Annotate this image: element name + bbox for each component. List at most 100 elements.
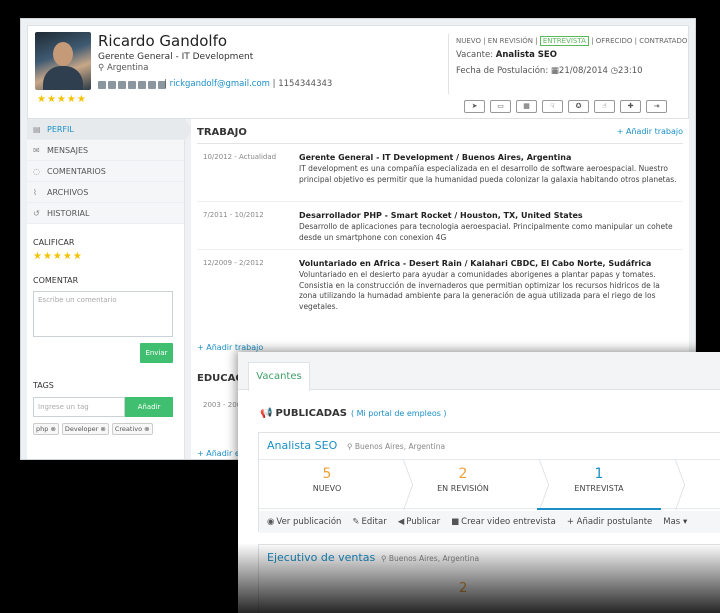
job-portal-link[interactable]: ( Mi portal de empleos ) — [351, 409, 447, 418]
add-work-link[interactable]: + Añadir trabajo — [617, 127, 683, 136]
map-pin-icon: ⚲ — [381, 554, 387, 563]
create-video-interview-link[interactable]: ■ Crear video entrevista — [451, 517, 556, 527]
calendar-icon: ▦ — [550, 66, 559, 76]
megaphone-icon: 📢 — [260, 408, 273, 419]
stage-label: ENTREVISTA — [574, 484, 624, 493]
social-links — [98, 81, 166, 89]
add-education-link[interactable]: + Añadir e — [197, 449, 240, 458]
stage-label: EN REVISIÓN — [437, 484, 489, 493]
education-section-title: EDUCAC — [197, 373, 243, 384]
comment-icon: ◌ — [33, 167, 40, 176]
send-comment-button[interactable]: Enviar — [140, 343, 173, 363]
stage-count: 1 — [594, 466, 604, 482]
vacancy-location: ⚲ Buenos Aires, Argentina — [347, 442, 446, 451]
sidebar-item-mensajes[interactable]: ✉ MENSAJES — [27, 140, 184, 161]
application-date-line: Fecha de Postulación: ▦21/08/2014 ◷23:10 — [456, 66, 643, 76]
sidebar-item-historial[interactable]: ↺ HISTORIAL — [27, 203, 184, 224]
vacancy-location: ⚲ Buenos Aires, Argentina — [381, 554, 480, 563]
tab-vacantes[interactable]: Vacantes — [248, 362, 310, 391]
tag-input[interactable]: Ingrese un tag — [33, 397, 125, 417]
clock-icon: ◷ — [610, 66, 619, 76]
work-dates: 10/2012 - Actualidad — [203, 153, 277, 161]
tag-chip[interactable]: php ⊗ — [33, 423, 59, 435]
avatar — [35, 32, 91, 90]
stage-separator — [667, 460, 668, 510]
calendar-icon[interactable]: ▦ — [516, 100, 537, 113]
candidate-role: Gerente General - IT Development — [98, 52, 254, 62]
video-icon: ■ — [451, 517, 460, 527]
paperclip-icon: ⌇ — [33, 188, 37, 197]
tag-list: php ⊗ Developer ⊗ Creativo ⊗ — [33, 423, 153, 435]
sidebar-item-archivos[interactable]: ⌇ ARCHIVOS — [27, 182, 184, 203]
stage-indicator: NUEVO | EN REVISIÓN | ENTREVISTA | OFREC… — [456, 36, 688, 46]
candidate-location: ⚲ Argentina — [98, 63, 149, 73]
view-posting-link[interactable]: ◉ Ver publicación — [267, 517, 341, 527]
rate-label: CALIFICAR — [33, 238, 75, 247]
medal-icon[interactable]: ✪ — [568, 100, 589, 113]
vacancies-tabbar: Vacantes — [238, 352, 720, 391]
section-divider — [197, 143, 683, 144]
email-link[interactable]: rickgandolf@gmail.com — [170, 79, 270, 89]
rate-stars[interactable]: ★★★★★ — [33, 251, 184, 262]
work-description: Voluntariado en el desierto para ayudar … — [299, 270, 660, 311]
stage-en-revision[interactable]: 2 EN REVISIÓN — [395, 460, 531, 510]
eye-icon: ◉ — [267, 517, 275, 527]
edit-link[interactable]: ✎ Editar — [352, 517, 386, 527]
paper-plane-icon[interactable]: ➤ — [464, 100, 485, 113]
work-title: Gerente General - IT Development / Bueno… — [299, 153, 572, 162]
more-dropdown[interactable]: Mas ▾ — [663, 517, 687, 527]
add-tag-button[interactable]: Añadir — [125, 397, 173, 417]
add-applicant-link[interactable]: + Añadir postulante — [567, 517, 652, 527]
megaphone-icon: ◀ — [397, 517, 405, 527]
stage-count: 5 — [322, 466, 332, 482]
stage-label: NUEVO — [312, 484, 342, 493]
vacancy-title[interactable]: Ejecutivo de ventas — [267, 551, 375, 564]
stage-active[interactable]: ENTREVISTA — [539, 36, 589, 46]
comment-input[interactable]: Escribe un comentario — [33, 291, 173, 337]
header-divider — [448, 34, 449, 94]
sidebar-item-comentarios[interactable]: ◌ COMENTARIOS — [27, 161, 184, 182]
work-title: Voluntariado en Africa - Desert Rain / K… — [299, 259, 652, 268]
twitter-icon[interactable] — [118, 81, 126, 89]
tag-chip[interactable]: Creativo ⊗ — [111, 423, 153, 435]
skype-icon[interactable] — [138, 81, 146, 89]
work-section-title: TRABAJO — [197, 127, 247, 138]
education-dates: 2003 - 200 — [203, 401, 242, 409]
thumbs-down-icon[interactable]: ☟ — [542, 100, 563, 113]
vacancy-title[interactable]: Analista SEO — [267, 439, 337, 452]
stage-count: 2 — [459, 581, 468, 596]
web-icon[interactable] — [148, 81, 156, 89]
entry-divider — [197, 249, 683, 250]
contact-line: | rickgandolf@gmail.com | 1154344343 — [164, 79, 333, 89]
work-dates: 7/2011 - 10/2012 — [203, 211, 264, 219]
phone: 1154344343 — [278, 79, 333, 89]
google-plus-icon[interactable] — [128, 81, 136, 89]
vacancy-line: Vacante: Analista SEO — [456, 50, 557, 60]
stage-nuevo[interactable]: 5 NUEVO — [259, 460, 395, 510]
map-pin-icon: ⚲ — [98, 63, 105, 73]
linkedin-icon[interactable] — [108, 81, 116, 89]
publish-link[interactable]: ◀ Publicar — [398, 517, 440, 527]
export-icon[interactable]: ⇥ — [646, 100, 667, 113]
sidebar-item-perfil[interactable]: ▤ PERFIL — [27, 119, 194, 140]
tag-chip[interactable]: Developer ⊗ — [61, 423, 109, 435]
entry-divider — [197, 201, 683, 202]
stage-count: 2 — [458, 466, 468, 482]
envelope-icon: ✉ — [33, 146, 40, 155]
candidate-name: Ricardo Gandolfo — [98, 32, 228, 50]
work-description: IT development es una compañía especiali… — [299, 164, 677, 184]
work-title: Desarrollador PHP - Smart Rocket / Houst… — [299, 211, 583, 220]
pencil-icon: ✎ — [352, 517, 360, 527]
video-icon[interactable]: ▭ — [490, 100, 511, 113]
vacancy-name[interactable]: Analista SEO — [496, 50, 557, 60]
candidate-rating: ★★★★★ — [37, 94, 87, 105]
add-work-link-bottom[interactable]: + Añadir trabajo — [197, 343, 263, 352]
facebook-icon[interactable] — [98, 81, 106, 89]
thumbs-up-icon[interactable]: ☝ — [594, 100, 615, 113]
stage-entrevista[interactable]: 1 ENTREVISTA — [531, 460, 667, 510]
id-card-icon: ▤ — [33, 125, 41, 134]
work-description: Desarrollo de aplicaciones para tecnolog… — [299, 222, 673, 242]
add-user-icon[interactable]: ✚ — [620, 100, 641, 113]
work-dates: 12/2009 - 2/2012 — [203, 259, 264, 267]
map-pin-icon: ⚲ — [347, 442, 353, 451]
